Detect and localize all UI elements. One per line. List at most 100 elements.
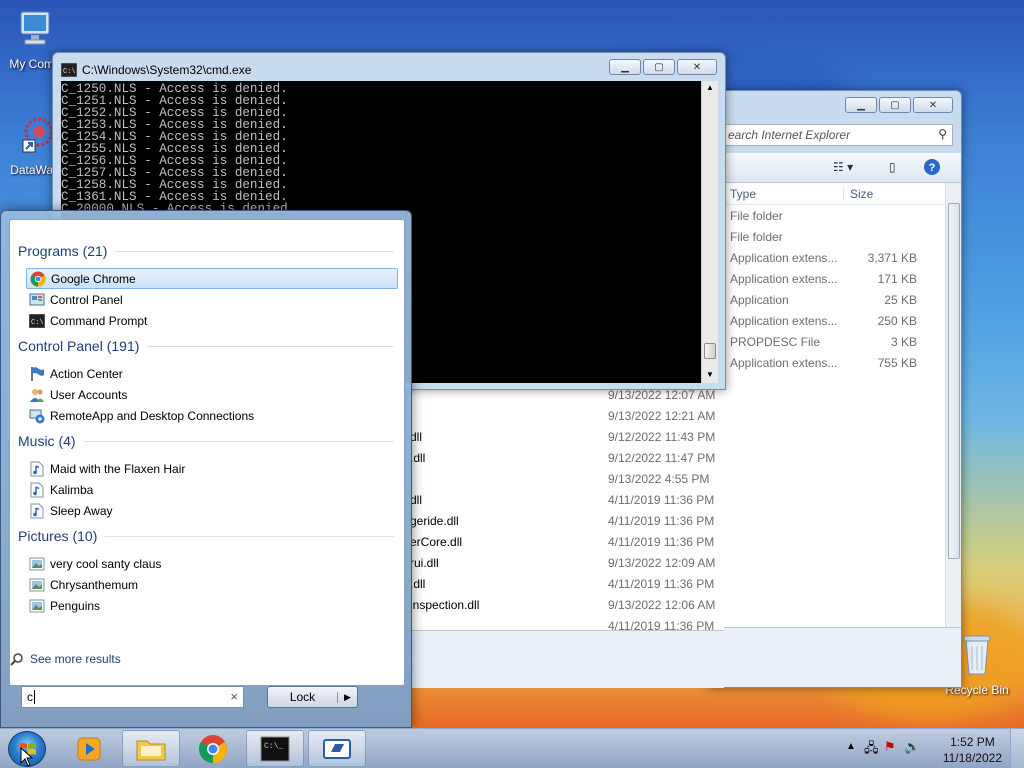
column-size[interactable]: Size — [843, 187, 873, 201]
table-row[interactable]: .dll4/11/2019 11:36 PMApplication extens… — [410, 573, 724, 594]
table-row[interactable]: Application extens... 755 KB — [709, 352, 947, 373]
see-more-results-link[interactable]: See more results — [9, 651, 121, 667]
picture-file-icon — [29, 598, 45, 614]
explorer-toolbar: ☷ ▾ ▯ ? — [709, 153, 961, 183]
explorer-window[interactable]: ▁ ▢ ✕ earch Internet Explorer ⚲ ☷ ▾ ▯ ? … — [708, 90, 962, 688]
action-center-icon[interactable]: ⚑ — [884, 739, 896, 755]
cell-type: Application extens... — [730, 251, 838, 265]
table-row[interactable]: 4/11/2019 11:36 PMApplication extens...4… — [410, 615, 724, 630]
maximize-button[interactable]: ▢ — [643, 59, 675, 75]
result-label: Control Panel — [50, 292, 123, 307]
table-row[interactable]: geride.dll4/11/2019 11:36 PMApplication … — [410, 510, 724, 531]
column-type[interactable]: Type — [730, 187, 756, 201]
search-result-item[interactable]: User Accounts — [26, 384, 398, 405]
taskbar-chrome[interactable] — [184, 730, 242, 767]
folder-icon — [136, 740, 166, 760]
app-window-icon — [323, 738, 351, 759]
result-group-header[interactable]: Programs (21) — [18, 243, 394, 259]
table-row[interactable]: 9/13/2022 4:55 PMApplication793 KB — [410, 468, 724, 489]
search-result-item[interactable]: Maid with the Flaxen Hair — [26, 458, 398, 479]
search-icon — [9, 651, 25, 667]
cell-type: Application — [730, 293, 789, 307]
table-row[interactable]: rui.dll9/13/2022 12:09 AMApplication ext… — [410, 552, 724, 573]
cell-name: .dll — [410, 577, 426, 591]
scroll-down-icon[interactable]: ▼ — [706, 370, 714, 379]
search-result-item[interactable]: C:\ Command Prompt — [26, 310, 398, 331]
lock-button[interactable]: Lock ▶ — [267, 686, 358, 708]
cmd-icon: C:\_ — [260, 736, 290, 761]
search-result-item[interactable]: RemoteApp and Desktop Connections — [26, 405, 398, 426]
computer-icon — [0, 8, 70, 55]
result-group-header[interactable]: Music (4) — [18, 433, 394, 449]
table-row[interactable]: inspection.dll9/13/2022 12:06 AMApplicat… — [410, 594, 724, 615]
cell-date: 4/11/2019 11:36 PM — [608, 514, 715, 528]
details-pane — [709, 627, 961, 687]
table-row[interactable]: Application extens... 250 KB — [709, 310, 947, 331]
control-panel-icon — [29, 292, 45, 308]
table-row[interactable]: PROPDESC File 3 KB — [709, 331, 947, 352]
search-result-item[interactable]: Control Panel — [26, 289, 398, 310]
result-group-header[interactable]: Control Panel (191) — [18, 338, 394, 354]
group-title: Programs (21) — [18, 243, 108, 259]
minimize-button[interactable]: ▁ — [845, 97, 877, 113]
svg-text:C:\: C:\ — [31, 319, 44, 327]
search-result-item[interactable]: Sleep Away — [26, 500, 398, 521]
taskbar-media-player[interactable] — [60, 730, 118, 767]
minimize-button[interactable]: ▁ — [609, 59, 641, 75]
file-list-lower: 9/13/2022 12:07 AMApplication465 KBl9/13… — [410, 384, 724, 630]
start-search-input[interactable]: c × — [21, 686, 244, 708]
result-label: RemoteApp and Desktop Connections — [50, 408, 255, 423]
taskbar-app[interactable] — [308, 730, 366, 767]
search-icon[interactable]: ⚲ — [938, 127, 947, 141]
cell-name: erCore.dll — [410, 535, 463, 549]
clear-search-icon[interactable]: × — [230, 689, 238, 704]
search-result-item[interactable]: very cool santy claus — [26, 553, 398, 574]
table-row[interactable]: Application extens... 3,371 KB — [709, 247, 947, 268]
scroll-up-icon[interactable]: ▲ — [706, 83, 714, 92]
taskbar-explorer[interactable] — [122, 730, 180, 767]
search-result-item[interactable]: Google Chrome — [26, 268, 398, 289]
view-options-icon[interactable]: ☷ ▾ — [833, 160, 853, 174]
scroll-thumb[interactable] — [948, 203, 960, 559]
cell-date: 9/13/2022 12:21 AM — [608, 409, 716, 423]
cell-size: 755 KB — [877, 356, 917, 370]
table-row[interactable]: Application extens... 171 KB — [709, 268, 947, 289]
console-scrollbar[interactable]: ▲ ▼ — [701, 81, 718, 383]
help-icon[interactable]: ? — [923, 158, 941, 179]
search-result-item[interactable]: Action Center — [26, 363, 398, 384]
close-button[interactable]: ✕ — [913, 97, 953, 113]
volume-icon[interactable]: 🔊 — [904, 739, 920, 755]
table-row[interactable]: dll9/12/2022 11:43 PMApplication extens.… — [410, 426, 724, 447]
show-hidden-icons-icon[interactable]: ▲ — [846, 741, 856, 752]
cell-name: geride.dll — [410, 514, 459, 528]
taskbar-cmd[interactable]: C:\_ — [246, 730, 304, 767]
scroll-thumb[interactable] — [704, 343, 716, 359]
table-row[interactable]: File folder — [709, 205, 947, 226]
music-file-icon — [29, 503, 45, 519]
flag-icon — [29, 366, 45, 382]
result-group-header[interactable]: Pictures (10) — [18, 528, 394, 544]
close-button[interactable]: ✕ — [677, 59, 717, 75]
lock-label: Lock — [289, 690, 316, 704]
table-row[interactable]: erCore.dll4/11/2019 11:36 PMApplication … — [410, 531, 724, 552]
search-result-item[interactable]: Kalimba — [26, 479, 398, 500]
cell-type: Application extens... — [730, 272, 838, 286]
preview-pane-icon[interactable]: ▯ — [889, 160, 896, 174]
vertical-scrollbar[interactable] — [945, 183, 961, 629]
table-row[interactable]: .dll9/12/2022 11:47 PMApplication extens… — [410, 447, 724, 468]
table-row[interactable]: File folder — [709, 226, 947, 247]
cmd-title-bar[interactable]: C:\ C:\Windows\System32\cmd.exe — [61, 62, 251, 78]
show-desktop-button[interactable] — [1010, 729, 1024, 768]
result-label: Kalimba — [50, 482, 94, 497]
search-result-item[interactable]: Chrysanthemum — [26, 574, 398, 595]
maximize-button[interactable]: ▢ — [879, 97, 911, 113]
lock-options-arrow[interactable]: ▶ — [337, 691, 357, 703]
network-icon[interactable]: 🖧 — [864, 739, 879, 761]
table-row[interactable]: Application 25 KB — [709, 289, 947, 310]
table-row[interactable]: dll4/11/2019 11:36 PMApplication extens.… — [410, 489, 724, 510]
clock[interactable]: 1:52 PM 11/18/2022 — [943, 734, 1002, 766]
search-input[interactable]: earch Internet Explorer ⚲ — [723, 124, 953, 146]
details-pane — [410, 630, 724, 688]
table-row[interactable]: l9/13/2022 12:21 AMApplication216 KB — [410, 405, 724, 426]
search-result-item[interactable]: Penguins — [26, 595, 398, 616]
